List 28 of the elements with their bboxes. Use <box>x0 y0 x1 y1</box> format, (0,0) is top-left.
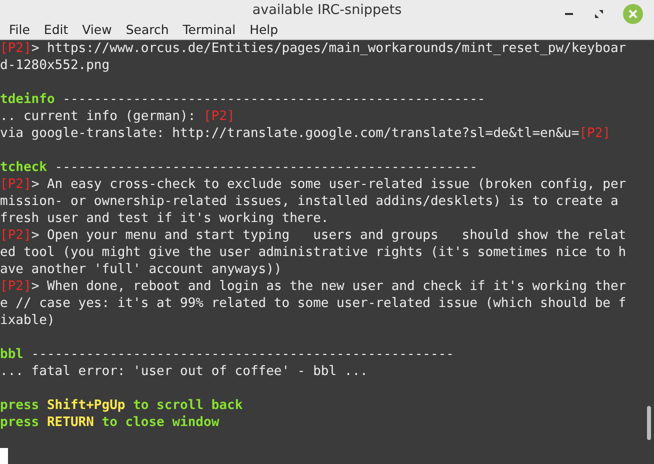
terminal-line: ed tool (you might give the user administrative rights (it's sometimes nice to h <box>0 244 628 261</box>
menu-item[interactable]: Edit <box>36 22 76 38</box>
text-cursor <box>0 448 8 464</box>
terminal-line: ave another 'full' account anyways)) <box>0 261 283 278</box>
terminal-line: via google-translate: http://translate.google.com/translate?sl=de&tl=en&u=[P2] <box>0 125 612 142</box>
menu-item[interactable]: Help <box>242 22 286 38</box>
terminal-line: press RETURN to close window <box>0 414 220 431</box>
window-title: available IRC-snippets <box>252 2 402 18</box>
terminal-line: ... fatal error: 'user out of coffee' - bbl ... <box>0 363 369 380</box>
menu-item[interactable]: View <box>75 22 119 38</box>
terminal-line: .. current info (german): [P2] <box>0 108 236 125</box>
terminal-line: [P2]> https://www.orcus.de/Entities/pages/main_workarounds/mint_reset_pw/keyboar <box>0 40 628 57</box>
terminal-line: [P2]> When done, reboot and login as the new user and check if it's working ther <box>0 278 628 295</box>
terminal-line: [P2]> Open your menu and start typing users and groups should show the relat <box>0 227 628 244</box>
menu-item[interactable]: File <box>2 22 37 38</box>
terminal-line: fresh user and test if it's working there. <box>0 210 330 227</box>
menu-item[interactable]: Terminal <box>176 22 243 38</box>
terminal-line: bbl ------------------------------------------------------ <box>0 346 455 363</box>
terminal-line: d-1280x552.png <box>0 57 111 74</box>
terminal-line: ixable) <box>0 312 56 329</box>
terminal-line: tcheck ------------------------------------------------------ <box>0 159 478 176</box>
terminal-line: e // case yes: it's at 99% related to some user-related issue (which should be f <box>0 295 628 312</box>
terminal-line: press Shift+PgUp to scroll back <box>0 397 244 414</box>
terminal-line: mission- or ownership-related issues, installed addins/desklets) is to create a <box>0 193 620 210</box>
terminal-line: [P2]> An easy cross-check to exclude some user-related issue (broken config, per <box>0 176 628 193</box>
menu-item[interactable]: Search <box>118 22 176 38</box>
terminal-line: tdeinfo ------------------------------------------------------ <box>0 91 486 108</box>
scrollbar-thumb[interactable] <box>647 406 651 440</box>
